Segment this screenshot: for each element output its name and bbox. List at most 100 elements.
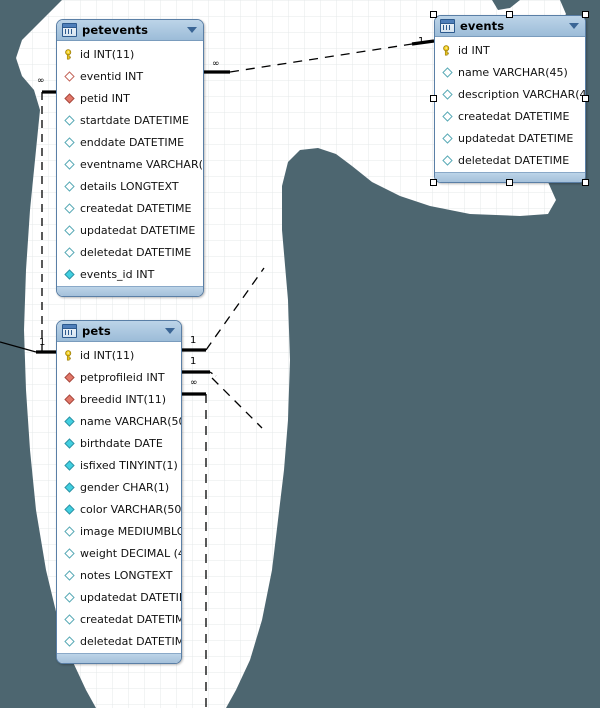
column-label: breedid INT(11) <box>80 392 167 406</box>
column-nullable-icon <box>442 110 453 122</box>
column-row[interactable]: startdate DATETIME <box>57 109 203 131</box>
column-row[interactable]: name VARCHAR(50) <box>57 410 181 432</box>
column-nullable-icon <box>64 569 75 581</box>
column-row[interactable]: details LONGTEXT <box>57 175 203 197</box>
column-label: petid INT <box>80 91 130 105</box>
column-row[interactable]: image MEDIUMBLOB <box>57 520 181 542</box>
column-label: enddate DATETIME <box>80 135 185 149</box>
column-row[interactable]: eventid INT <box>57 65 203 87</box>
column-notnull-icon <box>64 415 75 427</box>
column-nullable-icon <box>64 613 75 625</box>
table-icon <box>62 324 77 338</box>
column-row[interactable]: events_id INT <box>57 263 203 285</box>
table-figure-petevents[interactable]: petevents id INT(11) eventid INT petid INT s… <box>56 19 204 297</box>
primary-key-icon <box>64 48 75 60</box>
table-footer-pets <box>57 653 181 663</box>
column-row[interactable]: updatedat DATETIME <box>57 219 203 241</box>
column-row[interactable]: petprofileid INT <box>57 366 181 388</box>
column-label: updatedat DATETIME <box>80 223 196 237</box>
chevron-down-icon[interactable] <box>165 328 175 334</box>
selection-handle[interactable] <box>582 179 589 186</box>
column-row[interactable]: createdat DATETIME <box>57 197 203 219</box>
column-nullable-icon <box>442 132 453 144</box>
column-nullable-icon <box>64 158 75 170</box>
column-label: updatedat DATETIME <box>80 590 181 604</box>
chevron-down-icon[interactable] <box>187 27 197 33</box>
table-header-petevents[interactable]: petevents <box>57 20 203 41</box>
cardinality-one-pets-right-a: 1 <box>190 335 197 346</box>
column-label: deletedat DATETIME <box>80 634 182 648</box>
table-header-pets[interactable]: pets <box>57 321 181 342</box>
column-label: weight DECIMAL (4,1) <box>80 546 181 560</box>
column-row[interactable]: createdat DATETIME <box>435 105 585 127</box>
column-row[interactable]: enddate DATETIME <box>57 131 203 153</box>
column-row[interactable]: birthdate DATE <box>57 432 181 454</box>
column-label: id INT <box>458 43 490 57</box>
column-label: isfixed TINYINT(1) <box>80 458 178 472</box>
column-notnull-icon <box>64 459 75 471</box>
column-label: eventname VARCHAR(50) <box>80 157 203 171</box>
column-label: deletedat DATETIME <box>80 245 192 259</box>
table-figure-events[interactable]: events id INT name VARCHAR(45) description … <box>434 15 586 183</box>
column-label: description VARCHAR(450) <box>458 87 586 101</box>
column-notnull-fk-icon <box>64 393 75 405</box>
column-nullable-icon <box>442 66 453 78</box>
column-row[interactable]: isfixed TINYINT(1) <box>57 454 181 476</box>
selection-handle[interactable] <box>582 11 589 18</box>
column-row[interactable]: id INT(11) <box>57 344 181 366</box>
column-label: createdat DATETIME <box>80 612 182 626</box>
column-label: startdate DATETIME <box>80 113 189 127</box>
table-header-events[interactable]: events <box>435 16 585 37</box>
column-label: eventid INT <box>80 69 144 83</box>
selection-handle[interactable] <box>506 179 513 186</box>
column-label: updatedat DATETIME <box>458 131 574 145</box>
column-row[interactable]: description VARCHAR(450) <box>435 83 585 105</box>
column-label: deletedat DATETIME <box>458 153 570 167</box>
column-row[interactable]: updatedat DATETIME <box>57 586 181 608</box>
column-row[interactable]: breedid INT(11) <box>57 388 181 410</box>
column-nullable-icon <box>64 114 75 126</box>
column-row[interactable]: deletedat DATETIME <box>57 241 203 263</box>
selection-handle[interactable] <box>430 95 437 102</box>
column-row[interactable]: color VARCHAR(50) <box>57 498 181 520</box>
column-row[interactable]: updatedat DATETIME <box>435 127 585 149</box>
column-row[interactable]: petid INT <box>57 87 203 109</box>
column-row[interactable]: createdat DATETIME <box>57 608 181 630</box>
column-label: color VARCHAR(50) <box>80 502 182 516</box>
column-row[interactable]: notes LONGTEXT <box>57 564 181 586</box>
selection-handle[interactable] <box>582 95 589 102</box>
column-nullable-icon <box>64 136 75 148</box>
column-notnull-icon <box>64 503 75 515</box>
column-label: gender CHAR(1) <box>80 480 170 494</box>
column-row[interactable]: deletedat DATETIME <box>57 630 181 652</box>
column-row[interactable]: eventname VARCHAR(50) <box>57 153 203 175</box>
column-label: createdat DATETIME <box>458 109 570 123</box>
column-nullable-icon <box>64 525 75 537</box>
column-row[interactable]: weight DECIMAL (4,1) <box>57 542 181 564</box>
column-nullable-icon <box>64 180 75 192</box>
table-figure-pets[interactable]: pets id INT(11) petprofileid INT breedid IN… <box>56 320 182 664</box>
column-label: name VARCHAR(50) <box>80 414 182 428</box>
selection-handle[interactable] <box>430 11 437 18</box>
column-row[interactable]: gender CHAR(1) <box>57 476 181 498</box>
column-nullable-icon <box>64 591 75 603</box>
column-label: details LONGTEXT <box>80 179 179 193</box>
column-nullable-fk-icon <box>64 70 75 82</box>
column-label: birthdate DATE <box>80 436 163 450</box>
selection-handle[interactable] <box>506 11 513 18</box>
table-columns-events: id INT name VARCHAR(45) description VARCHA… <box>435 37 585 172</box>
column-notnull-icon <box>64 268 75 280</box>
column-nullable-icon <box>442 88 453 100</box>
column-row[interactable]: deletedat DATETIME <box>435 149 585 171</box>
column-label: notes LONGTEXT <box>80 568 173 582</box>
cardinality-many-petevents-right: ∞ <box>212 59 220 69</box>
column-row[interactable]: name VARCHAR(45) <box>435 61 585 83</box>
chevron-down-icon[interactable] <box>569 23 579 29</box>
cardinality-one-pets-right-b: 1 <box>190 356 197 367</box>
selection-handle[interactable] <box>430 179 437 186</box>
column-nullable-icon <box>64 547 75 559</box>
table-columns-petevents: id INT(11) eventid INT petid INT startdate … <box>57 41 203 286</box>
column-row[interactable]: id INT <box>435 39 585 61</box>
column-row[interactable]: id INT(11) <box>57 43 203 65</box>
cardinality-one-pets-left: 1 <box>39 337 46 348</box>
